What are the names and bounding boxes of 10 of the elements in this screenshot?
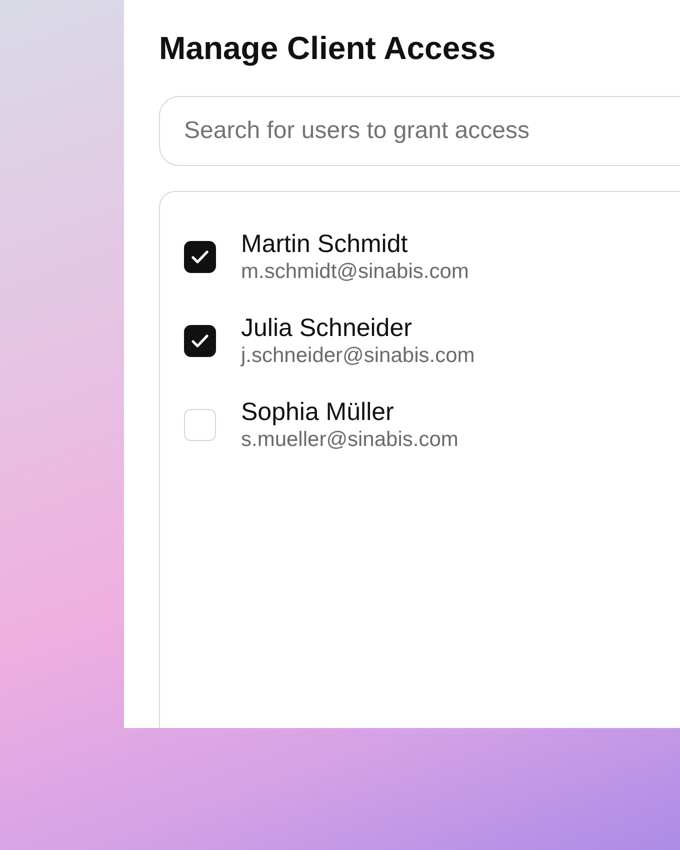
user-name: Julia Schneider <box>241 313 413 343</box>
search-field[interactable]: Search for users to grant access <box>159 96 680 166</box>
user-email: j.schneider@sinabis.com <box>241 343 475 369</box>
user-name: Sophia Müller <box>241 397 395 427</box>
checkbox[interactable] <box>184 325 216 357</box>
user-email: m.schmidt@sinabis.com <box>241 259 469 285</box>
user-email: s.mueller@sinabis.com <box>241 427 458 453</box>
dialog-title: Manage Client Access <box>159 29 497 68</box>
user-name: Martin Schmidt <box>241 229 409 259</box>
checkbox[interactable] <box>184 241 216 273</box>
